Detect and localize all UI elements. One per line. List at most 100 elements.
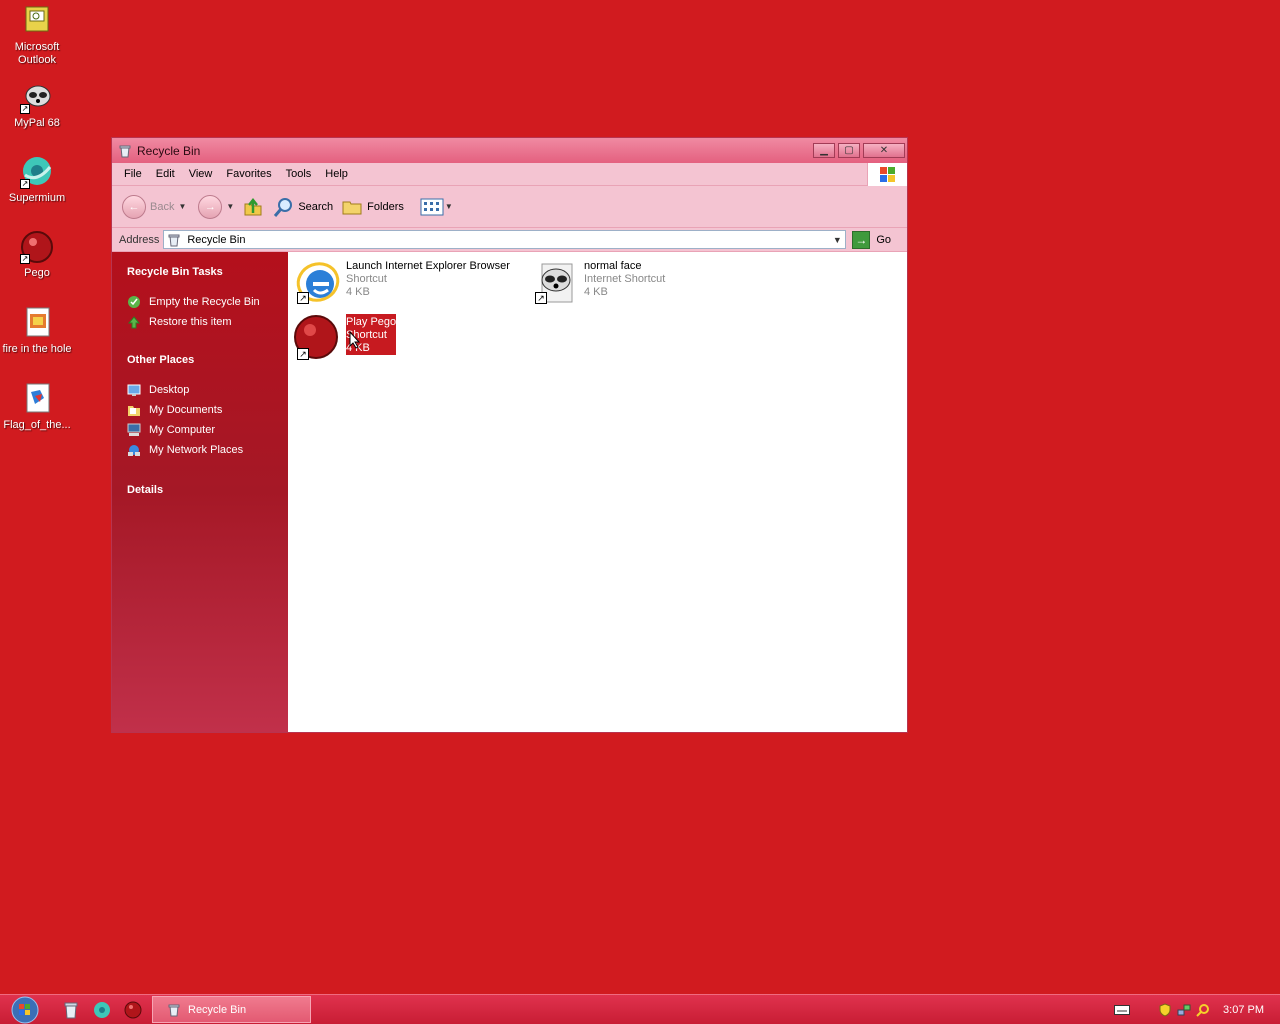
toolbar: ← Back ▼ → ▼ Search Folders ▼: [112, 186, 907, 228]
title-bar[interactable]: Recycle Bin ▁ ▢ ✕: [112, 138, 907, 163]
desktop-icon: [127, 383, 141, 397]
start-button[interactable]: [8, 995, 42, 1024]
raccoon-face-icon: ↗: [532, 258, 580, 306]
desktop-icon-label: Pego: [24, 267, 50, 279]
desktop-icon-supermium[interactable]: ↗ Supermium: [0, 155, 74, 205]
go-button[interactable]: → Go: [852, 230, 892, 249]
keyboard-icon[interactable]: [1114, 1005, 1131, 1015]
quick-launch: [62, 1001, 142, 1019]
file-name: Launch Internet Explorer Browser: [346, 260, 510, 272]
file-size: 4 KB: [584, 286, 608, 298]
search-button[interactable]: Search: [272, 196, 333, 218]
recycle-bin-quicklaunch-icon[interactable]: [62, 1001, 80, 1019]
my-computer-icon: [127, 423, 141, 437]
file-size: 4 KB: [346, 286, 370, 298]
address-input[interactable]: Recycle Bin ▼: [163, 230, 847, 249]
supermium-icon: ↗: [20, 155, 54, 189]
chevron-down-icon[interactable]: ▼: [829, 231, 845, 248]
my-documents-icon: [127, 403, 141, 417]
recycle-bin-icon: [118, 144, 132, 158]
restore-icon: [127, 315, 141, 329]
place-desktop-label: Desktop: [149, 384, 190, 396]
address-bar: Address Recycle Bin ▼ → Go: [112, 228, 907, 252]
place-my-documents-label: My Documents: [149, 404, 223, 416]
window-title: Recycle Bin: [137, 143, 201, 158]
shortcut-arrow-icon: ↗: [535, 292, 547, 304]
menu-view[interactable]: View: [183, 168, 221, 180]
shortcut-arrow-icon: ↗: [297, 292, 309, 304]
address-value: Recycle Bin: [187, 233, 246, 246]
maximize-button[interactable]: ▢: [838, 143, 860, 158]
menu-file[interactable]: File: [118, 168, 150, 180]
shortcut-arrow-icon: ↗: [20, 179, 30, 189]
task-pane: Recycle Bin Tasks Empty the Recycle Bin …: [112, 252, 288, 732]
shortcut-arrow-icon: ↗: [297, 348, 309, 360]
network-icon[interactable]: [1177, 1003, 1191, 1017]
empty-recycle-bin-link[interactable]: Empty the Recycle Bin: [127, 292, 288, 312]
supermium-quicklaunch-icon[interactable]: [93, 1001, 111, 1019]
views-button[interactable]: ▼: [420, 197, 453, 217]
file-type: Internet Shortcut: [584, 273, 666, 285]
file-item-play-pego[interactable]: ↗ Play Pego Shortcut 4 KB: [294, 314, 397, 362]
recycle-bin-icon: [167, 1003, 181, 1017]
folders-button[interactable]: Folders: [341, 196, 404, 218]
desktop-icon-fire-in-the-hole[interactable]: fire in the hole: [0, 306, 74, 356]
forward-button[interactable]: → ▼: [198, 194, 234, 219]
menu-help[interactable]: Help: [319, 168, 356, 180]
taskbar: Recycle Bin 3:07 PM: [0, 994, 1280, 1024]
outlook-icon: [20, 4, 54, 38]
system-tray: 3:07 PM: [1114, 995, 1280, 1024]
go-arrow-icon: →: [852, 230, 871, 249]
other-places-heading: Other Places: [127, 354, 195, 366]
back-button[interactable]: ← Back ▼: [122, 194, 186, 219]
pego-quicklaunch-icon[interactable]: [124, 1001, 142, 1019]
shortcut-arrow-icon: ↗: [20, 104, 30, 114]
go-label: Go: [876, 233, 892, 246]
empty-recycle-bin-label: Empty the Recycle Bin: [149, 296, 260, 308]
recycle-icon: [127, 295, 141, 309]
folder-icon: [342, 201, 362, 214]
menu-bar: File Edit View Favorites Tools Help: [112, 163, 907, 186]
clock[interactable]: 3:07 PM: [1223, 1004, 1264, 1016]
windows-logo-icon: [867, 163, 907, 186]
file-item-launch-ie[interactable]: ↗ Launch Internet Explorer Browser Short…: [294, 258, 510, 306]
close-button[interactable]: ✕: [863, 143, 905, 158]
menu-edit[interactable]: Edit: [150, 168, 183, 180]
desktop-icon-mypal[interactable]: ↗ MyPal 68: [0, 80, 74, 130]
place-my-documents-link[interactable]: My Documents: [127, 400, 288, 420]
desktop-icon-label: MyPal 68: [14, 117, 60, 129]
desktop-icon-pego[interactable]: ↗ Pego: [0, 230, 74, 280]
place-my-network-places-label: My Network Places: [149, 444, 244, 456]
search-label: Search: [298, 200, 334, 213]
file-name: Play Pego: [346, 316, 397, 328]
desktop-icon-flag[interactable]: Flag_of_the...: [0, 382, 74, 432]
search-icon[interactable]: [1196, 1003, 1210, 1017]
place-my-computer-link[interactable]: My Computer: [127, 420, 288, 440]
recycle-bin-icon: [167, 233, 181, 247]
raccoon-icon: ↗: [20, 80, 54, 114]
chevron-down-icon[interactable]: ▼: [226, 202, 234, 211]
security-shield-icon[interactable]: [1158, 1003, 1172, 1017]
pego-ball-icon: ↗: [20, 230, 54, 264]
file-item-normal-face[interactable]: ↗ normal face Internet Shortcut 4 KB: [532, 258, 665, 306]
minimize-button[interactable]: ▁: [813, 143, 835, 158]
file-list[interactable]: ↗ Launch Internet Explorer Browser Short…: [288, 252, 907, 732]
file-name: normal face: [584, 260, 642, 272]
menu-favorites[interactable]: Favorites: [220, 168, 279, 180]
folders-label: Folders: [367, 200, 404, 213]
desktop-icon-outlook[interactable]: Microsoft Outlook: [0, 4, 74, 67]
up-folder-button[interactable]: [242, 196, 264, 218]
restore-item-link[interactable]: Restore this item: [127, 312, 288, 332]
place-my-computer-label: My Computer: [149, 424, 216, 436]
network-places-icon: [127, 443, 141, 457]
desktop-icon-label: fire in the hole: [2, 343, 72, 355]
place-desktop-link[interactable]: Desktop: [127, 380, 288, 400]
chevron-down-icon[interactable]: ▼: [178, 202, 186, 211]
taskbar-item-recycle-bin[interactable]: Recycle Bin: [152, 996, 311, 1023]
menu-tools[interactable]: Tools: [280, 168, 320, 180]
views-icon: [420, 198, 444, 215]
start-orb-icon: [11, 996, 39, 1023]
image-file-icon: [20, 382, 54, 416]
place-my-network-places-link[interactable]: My Network Places: [127, 440, 288, 460]
details-heading[interactable]: Details: [127, 484, 288, 496]
